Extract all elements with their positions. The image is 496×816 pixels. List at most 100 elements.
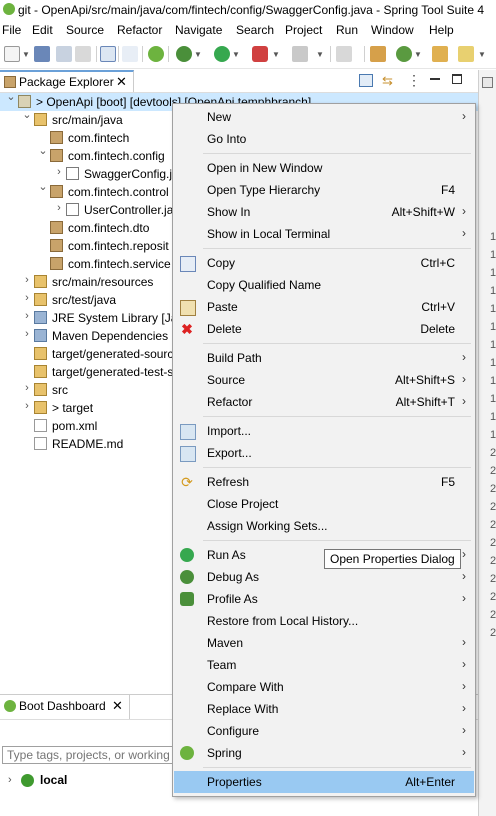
expanded-arrow-icon[interactable]: ⌄: [6, 90, 16, 103]
menu-item-import[interactable]: Import...: [174, 420, 474, 442]
menu-item-compare-with[interactable]: Compare With ›: [174, 676, 474, 698]
expanded-arrow-icon[interactable]: ⌄: [38, 144, 48, 157]
new-spring-starter-icon[interactable]: [396, 46, 412, 62]
link-with-editor-icon[interactable]: ⇆: [382, 73, 393, 89]
menu-run[interactable]: Run: [336, 23, 358, 37]
menu-item-properties[interactable]: Properties Alt+Enter: [174, 771, 474, 793]
save-all-icon[interactable]: [56, 46, 72, 62]
menu-item-show-in-local-terminal[interactable]: Show in Local Terminal ›: [174, 223, 474, 245]
tree-item-label: > target: [52, 401, 94, 415]
menu-source[interactable]: Source: [66, 23, 104, 37]
tab-boot-dashboard[interactable]: Boot Dashboard ✕: [0, 695, 130, 719]
expand-arrow-icon[interactable]: ›: [22, 382, 32, 394]
expand-arrow-icon[interactable]: ›: [22, 292, 32, 304]
close-icon[interactable]: ✕: [112, 698, 123, 714]
pen-icon[interactable]: [458, 46, 474, 62]
chevron-down-icon[interactable]: ▼: [272, 50, 280, 59]
print-icon[interactable]: [75, 46, 91, 62]
menu-item-copy[interactable]: Copy Ctrl+C: [174, 252, 474, 274]
menu-item-assign-working-sets[interactable]: Assign Working Sets...: [174, 515, 474, 537]
menu-item-export[interactable]: Export...: [174, 442, 474, 464]
tree-item-label: Maven Dependencies: [52, 329, 169, 343]
open-declaration-icon[interactable]: [336, 46, 352, 62]
menu-item-paste[interactable]: Paste Ctrl+V: [174, 296, 474, 318]
menu-item-configure[interactable]: Configure ›: [174, 720, 474, 742]
menu-item-copy-qualified-name[interactable]: Copy Qualified Name: [174, 274, 474, 296]
maximize-icon[interactable]: [452, 74, 462, 84]
menu-item-delete[interactable]: ✖ Delete Delete: [174, 318, 474, 340]
expand-arrow-icon[interactable]: ›: [54, 202, 64, 214]
save-icon[interactable]: [34, 46, 50, 62]
expand-arrow-icon[interactable]: ›: [22, 400, 32, 412]
expand-arrow-icon[interactable]: ›: [22, 328, 32, 340]
menu-item-restore-from-local-history[interactable]: Restore from Local History...: [174, 610, 474, 632]
line-number: 1: [490, 303, 496, 315]
menu-item-spring[interactable]: Spring ›: [174, 742, 474, 764]
chevron-down-icon[interactable]: ▼: [22, 50, 30, 59]
expand-arrow-icon[interactable]: ›: [8, 774, 12, 786]
menu-separator: [203, 416, 471, 417]
view-menu-icon[interactable]: ⋮: [407, 72, 421, 89]
terminal-icon[interactable]: [100, 46, 116, 62]
menu-item-refactor[interactable]: Refactor Alt+Shift+T ›: [174, 391, 474, 413]
chevron-down-icon[interactable]: ▼: [316, 50, 324, 59]
debug-icon[interactable]: [176, 46, 192, 62]
expanded-arrow-icon[interactable]: ⌄: [22, 108, 32, 121]
boot-power-icon[interactable]: [148, 46, 164, 62]
chevron-down-icon[interactable]: ▼: [414, 50, 422, 59]
new-icon[interactable]: [4, 46, 20, 62]
collapse-all-icon[interactable]: [359, 74, 373, 87]
menu-item-debug-as[interactable]: Debug As ›: [174, 566, 474, 588]
menu-refactor[interactable]: Refactor: [117, 23, 162, 37]
boot-dashboard-filter-input[interactable]: [2, 746, 174, 764]
menu-item-show-in[interactable]: Show In Alt+Shift+W ›: [174, 201, 474, 223]
menu-item-close-project[interactable]: Close Project: [174, 493, 474, 515]
library-icon: [34, 311, 47, 324]
expand-arrow-icon[interactable]: ›: [54, 166, 64, 178]
submenu-arrow-icon: ›: [462, 723, 466, 737]
minimize-icon[interactable]: [430, 78, 440, 80]
chevron-down-icon[interactable]: ▼: [232, 50, 240, 59]
menu-item-label: Show in Local Terminal: [207, 227, 331, 241]
tab-package-explorer[interactable]: Package Explorer ✕: [0, 70, 134, 92]
chevron-down-icon[interactable]: ▼: [194, 50, 202, 59]
window-title: git - OpenApi/src/main/java/com/fintech/…: [18, 3, 485, 17]
menu-item-new[interactable]: New ›: [174, 106, 474, 128]
menu-item-open-type-hierarchy[interactable]: Open Type Hierarchy F4: [174, 179, 474, 201]
menu-item-go-into[interactable]: Go Into: [174, 128, 474, 150]
menu-item-source[interactable]: Source Alt+Shift+S ›: [174, 369, 474, 391]
menu-item-label: Close Project: [207, 497, 279, 511]
menu-project[interactable]: Project: [285, 23, 322, 37]
menu-navigate[interactable]: Navigate: [175, 23, 222, 37]
skip-breakpoints-icon[interactable]: [122, 46, 138, 62]
menu-item-open-in-new-window[interactable]: Open in New Window: [174, 157, 474, 179]
run-icon[interactable]: [214, 46, 230, 62]
menu-search[interactable]: Search: [236, 23, 274, 37]
chevron-down-icon[interactable]: ▼: [478, 50, 486, 59]
menu-edit[interactable]: Edit: [32, 23, 53, 37]
menu-window[interactable]: Window: [371, 23, 414, 37]
menu-item-profile-as[interactable]: Profile As ›: [174, 588, 474, 610]
menu-item-maven[interactable]: Maven ›: [174, 632, 474, 654]
menu-file[interactable]: File: [2, 23, 21, 37]
close-icon[interactable]: ✕: [116, 74, 127, 90]
boot-target-local[interactable]: local: [40, 773, 67, 787]
menu-item-team[interactable]: Team ›: [174, 654, 474, 676]
menu-item-label: Replace With: [207, 702, 279, 716]
expanded-arrow-icon[interactable]: ⌄: [38, 180, 48, 193]
source-folder-icon: [34, 113, 47, 126]
open-folder-icon[interactable]: [432, 46, 448, 62]
menu-item-replace-with[interactable]: Replace With ›: [174, 698, 474, 720]
menu-item-label: Properties: [207, 775, 262, 789]
stop-icon[interactable]: [292, 46, 308, 62]
menu-item-build-path[interactable]: Build Path ›: [174, 347, 474, 369]
new-java-project-icon[interactable]: [370, 46, 386, 62]
expand-arrow-icon[interactable]: ›: [22, 274, 32, 286]
menu-item-refresh[interactable]: ⟳ Refresh F5: [174, 471, 474, 493]
editor-tab-icon[interactable]: [482, 77, 493, 88]
run-external-tool-icon[interactable]: [252, 46, 268, 62]
spring-tool-suite-logo-icon: [3, 3, 15, 15]
menu-help[interactable]: Help: [429, 23, 454, 37]
submenu-arrow-icon: ›: [462, 547, 466, 561]
expand-arrow-icon[interactable]: ›: [22, 310, 32, 322]
